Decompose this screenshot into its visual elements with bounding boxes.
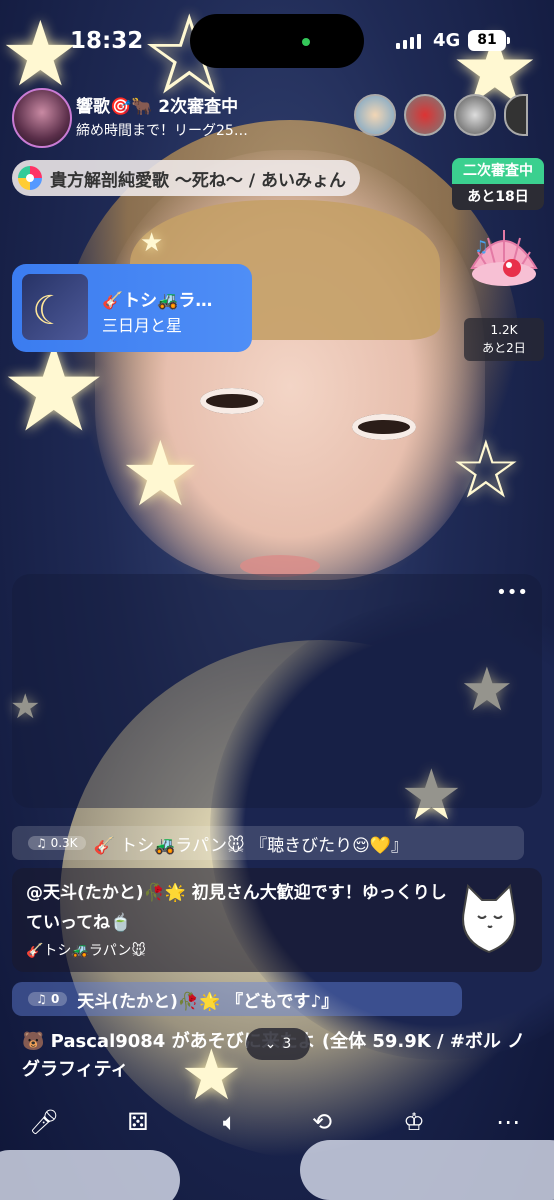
- panel-more-icon[interactable]: •••: [496, 582, 528, 603]
- microphone-icon[interactable]: 🎤︎: [28, 1106, 60, 1138]
- host-subtitle: 締め時間まで！リーグ25…: [76, 123, 248, 139]
- star-deco: ★: [140, 228, 164, 258]
- battery-icon: 81: [468, 30, 510, 51]
- listen-count: 0.3K: [50, 836, 78, 850]
- viewer-avatars[interactable]: [354, 94, 528, 136]
- chat-main-author: 🎸トシ🚜ラパン🐭: [26, 943, 147, 959]
- now-playing-title: 🎸トシ🚜ラ…: [102, 291, 213, 311]
- gift-event-remaining: あと2日: [482, 341, 526, 355]
- listen-count-badge: ♫ 0.3K: [28, 836, 86, 850]
- crown-icon[interactable]: ♔: [398, 1106, 430, 1138]
- host-name-row[interactable]: 響歌🎯🐂 2次審査中: [76, 92, 238, 117]
- bottom-toolbar: 🎤︎ ⚄ 🔈︎ ⟲ ♔ ⋯: [0, 1100, 554, 1144]
- now-playing-song: 三日月と星: [102, 316, 183, 335]
- reply-count-badge: ♫ 0: [28, 992, 68, 1006]
- dynamic-island: [190, 14, 364, 68]
- camera-indicator-icon: [302, 38, 310, 46]
- new-messages-button[interactable]: ⌄ 3: [246, 1028, 310, 1060]
- crescent-moon-icon: ☾: [32, 288, 68, 334]
- more-icon[interactable]: ⋯: [492, 1106, 524, 1138]
- overlay-panel: •••: [12, 574, 542, 808]
- svg-text:♫: ♫: [474, 237, 488, 256]
- network-type: 4G: [433, 30, 461, 51]
- now-playing-card[interactable]: ☾ 🎸トシ🚜ラ… 三日月と星: [12, 264, 252, 352]
- music-disc-icon: [18, 166, 42, 190]
- dice-icon[interactable]: ⚄: [122, 1106, 154, 1138]
- camera-switch-icon[interactable]: ⟲: [306, 1106, 338, 1138]
- host-stage: 2次審査中: [158, 97, 239, 117]
- song-request-text: 貴方解剖純愛歌 〜死ね〜 / あいみょん: [50, 170, 346, 191]
- gift-event-count: 1.2K: [490, 323, 518, 337]
- review-stage: 二次審査中: [452, 158, 544, 184]
- chat-main-text: @天斗(たかと)🥀🌟 初見さん大歓迎です！ゆっくりしていってね🍵: [26, 883, 447, 933]
- host-avatar[interactable]: [12, 88, 72, 148]
- review-status-badge[interactable]: 二次審査中 あと18日: [452, 158, 544, 210]
- star-deco: ★: [120, 422, 201, 527]
- status-bar: 18:32 4G 81: [0, 0, 554, 82]
- viewer-avatar[interactable]: [454, 94, 496, 136]
- cloud-deco: [0, 1150, 180, 1200]
- now-playing-thumbnail: ☾: [22, 274, 88, 340]
- gift-event-box[interactable]: 1.2K あと2日: [464, 318, 544, 361]
- reply-count: 0: [50, 992, 60, 1006]
- viewer-avatar[interactable]: [504, 94, 528, 136]
- shell-gift-icon[interactable]: ♫: [464, 220, 544, 300]
- signal-icon: [396, 34, 421, 49]
- chat-message-main[interactable]: @天斗(たかと)🥀🌟 初見さん大歓迎です！ゆっくりしていってね🍵 🎸トシ🚜ラパン…: [12, 868, 542, 972]
- star-deco: ☆: [450, 423, 522, 516]
- chat-message-reply[interactable]: ♫ 0 天斗(たかと)🥀🌟 『どもです♪』: [12, 982, 462, 1016]
- status-time: 18:32: [70, 28, 144, 54]
- review-days-left: あと18日: [452, 184, 544, 210]
- chat-message-faded[interactable]: ♫ 0.3K 🎸 トシ🚜ラパン🐭 『聴きびたり😌💛』: [12, 826, 524, 860]
- chat-faded-text: 🎸 トシ🚜ラパン🐭 『聴きびたり😌💛』: [93, 835, 408, 856]
- host-name: 響歌: [76, 97, 110, 117]
- streamer-eye-left: [200, 388, 264, 414]
- viewer-avatar[interactable]: [354, 94, 396, 136]
- song-request-pill[interactable]: 貴方解剖純愛歌 〜死ね〜 / あいみょん: [12, 160, 360, 196]
- streamer-eye-right: [352, 414, 416, 440]
- reply-text: 天斗(たかと)🥀🌟 『どもです♪』: [77, 991, 339, 1012]
- new-messages-count: 3: [282, 1036, 292, 1052]
- speaker-icon[interactable]: 🔈︎: [214, 1106, 246, 1138]
- cat-sticker-icon: [462, 883, 516, 954]
- cloud-deco: [300, 1140, 554, 1200]
- host-name-emoji: 🎯🐂: [110, 97, 153, 117]
- arrow-down-icon: ⌄: [264, 1036, 277, 1052]
- viewer-avatar[interactable]: [404, 94, 446, 136]
